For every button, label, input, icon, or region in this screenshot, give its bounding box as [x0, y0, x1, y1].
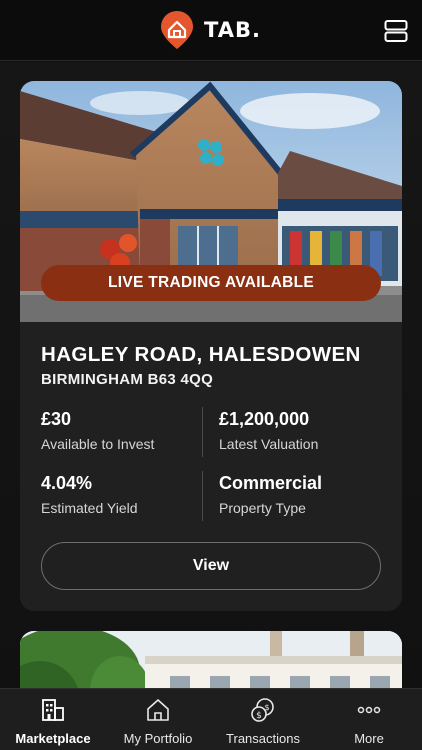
building-icon: [42, 699, 64, 721]
estimated-yield-value: 4.04%: [41, 473, 93, 493]
property-card[interactable]: LIVE TRADING AVAILABLE HAGLEY ROAD, HALE…: [20, 81, 402, 611]
property-card[interactable]: [20, 631, 402, 688]
svg-text:$: $: [264, 703, 269, 712]
property-photo: [20, 631, 402, 688]
bottom-tab-bar: Marketplace My Portfolio $ $ Transaction…: [0, 688, 422, 750]
tab-label: Marketplace: [15, 731, 91, 746]
marketplace-list[interactable]: LIVE TRADING AVAILABLE HAGLEY ROAD, HALE…: [0, 62, 422, 688]
logo: TAB.: [160, 10, 261, 50]
latest-valuation-label: Latest Valuation: [219, 436, 319, 452]
brand-name: TAB.: [204, 18, 261, 42]
app-header: TAB.: [0, 0, 422, 61]
coins-icon: $ $: [251, 698, 274, 722]
live-trading-badge: LIVE TRADING AVAILABLE: [41, 265, 381, 301]
property-type-label: Property Type: [219, 500, 306, 516]
dots-icon: [357, 706, 381, 714]
tab-my-portfolio[interactable]: My Portfolio: [106, 689, 210, 750]
property-type-value: Commercial: [219, 473, 323, 493]
menu-button[interactable]: [384, 19, 408, 43]
available-to-invest-label: Available to Invest: [41, 436, 155, 452]
svg-text:$: $: [256, 711, 262, 721]
tab-label: More: [354, 731, 384, 746]
logo-pin-icon: [161, 11, 193, 49]
latest-valuation-value: £1,200,000: [219, 409, 310, 429]
available-to-invest-value: £30: [41, 409, 72, 429]
property-location: BIRMINGHAM B63 4QQ: [41, 371, 214, 388]
tab-label: My Portfolio: [123, 731, 193, 746]
home-icon: [147, 699, 169, 721]
estimated-yield-label: Estimated Yield: [41, 500, 138, 516]
property-title: HAGLEY ROAD, HALESDOWEN: [41, 343, 361, 366]
stats-divider: [202, 471, 203, 521]
stats-divider: [202, 407, 203, 457]
tab-marketplace[interactable]: Marketplace: [0, 689, 106, 750]
tab-transactions[interactable]: $ $ Transactions: [210, 689, 316, 750]
view-button[interactable]: View: [41, 542, 381, 590]
tab-more[interactable]: More: [316, 689, 422, 750]
tab-label: Transactions: [226, 731, 300, 746]
